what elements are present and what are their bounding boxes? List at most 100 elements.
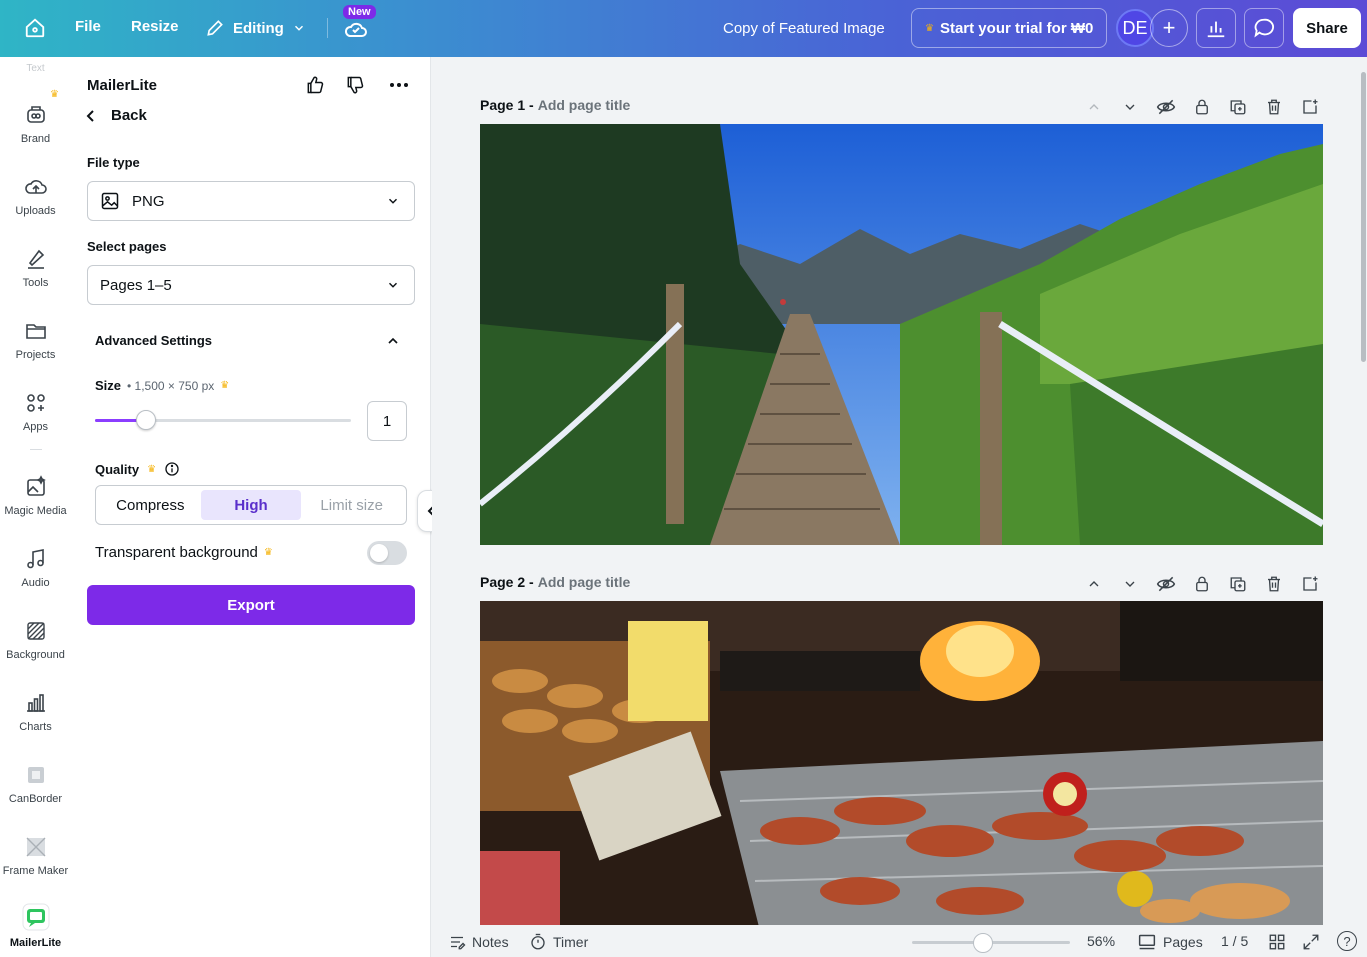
pages-button[interactable]: Pages	[1137, 933, 1203, 951]
transparent-background-label: Transparent background	[95, 544, 258, 561]
rail-item-charts[interactable]: Charts	[0, 691, 71, 733]
chevron-down-icon[interactable]	[1118, 95, 1142, 119]
zoom-slider-handle[interactable]	[973, 933, 994, 953]
page-1-header: Page 1 - Add page title	[480, 97, 630, 113]
rail-item-uploads[interactable]: Uploads	[0, 175, 71, 217]
chevron-up-icon[interactable]	[385, 333, 401, 349]
upload-cloud-icon	[24, 180, 47, 194]
top-toolbar: File Resize Editing New Copy of Featured…	[0, 0, 1367, 57]
chevron-left-icon	[86, 109, 94, 122]
rail-item-apps[interactable]: Apps	[0, 391, 71, 433]
help-icon[interactable]: ?	[1337, 931, 1357, 951]
avatar[interactable]: DE	[1116, 9, 1154, 47]
zoom-level[interactable]: 56%	[1087, 933, 1115, 949]
select-pages-label: Select pages	[87, 239, 167, 254]
duplicate-page-icon[interactable]	[1226, 95, 1250, 119]
advanced-settings-toggle[interactable]: Advanced Settings	[95, 333, 212, 348]
rail-divider	[30, 449, 42, 450]
notes-button[interactable]: Notes	[448, 933, 509, 951]
chevron-up-icon[interactable]	[1082, 95, 1106, 119]
vertical-scrollbar[interactable]	[1361, 72, 1366, 362]
editing-label: Editing	[233, 19, 284, 37]
quality-label: Quality	[95, 461, 140, 477]
quality-option-limit-size[interactable]: Limit size	[301, 490, 402, 520]
chevron-up-icon[interactable]	[1082, 572, 1106, 596]
rail-item-frame-maker[interactable]: Frame Maker	[0, 835, 71, 877]
quality-option-high[interactable]: High	[200, 490, 302, 520]
insights-button[interactable]	[1196, 8, 1236, 48]
start-trial-button[interactable]: ♛ Start your trial for ₩0	[911, 8, 1107, 48]
file-type-select[interactable]: PNG	[87, 181, 415, 221]
rail-item-text-partial[interactable]: Text	[0, 63, 71, 74]
page-1-tools	[1082, 95, 1322, 119]
rail-item-magic-media[interactable]: Magic Media	[0, 475, 71, 517]
transparent-background-toggle[interactable]	[367, 541, 407, 565]
home-icon[interactable]	[18, 14, 52, 42]
rail-label: Tools	[22, 277, 49, 289]
pages-label: Pages	[1163, 934, 1203, 950]
cloud-saved-icon[interactable]	[344, 18, 368, 45]
add-page-icon[interactable]	[1298, 572, 1322, 596]
rail-item-canborder[interactable]: CanBorder	[0, 763, 71, 805]
thumbs-up-icon[interactable]	[303, 73, 327, 97]
rail-item-mailerlite[interactable]: MailerLite	[0, 903, 71, 949]
chevron-down-icon[interactable]	[1118, 572, 1142, 596]
border-app-icon	[27, 767, 44, 783]
editing-mode-button[interactable]: Editing	[205, 18, 306, 38]
export-button[interactable]: Export	[87, 585, 415, 625]
trash-icon[interactable]	[1262, 95, 1286, 119]
resize-button[interactable]: Resize	[131, 18, 179, 35]
page-title-input[interactable]: Add page title	[538, 574, 631, 590]
quality-option-compress[interactable]: Compress	[100, 490, 201, 520]
timer-label: Timer	[553, 934, 589, 950]
rail-item-brand[interactable]: Brand	[0, 103, 71, 145]
magic-image-icon	[26, 475, 46, 496]
rail-item-tools[interactable]: Tools	[0, 247, 71, 289]
info-icon[interactable]	[164, 461, 180, 477]
page-2-header: Page 2 - Add page title	[480, 574, 630, 590]
file-type-label: File type	[87, 155, 140, 170]
file-menu[interactable]: File	[75, 18, 101, 35]
chevron-down-icon	[388, 282, 398, 288]
size-slider-handle[interactable]	[136, 410, 157, 430]
lock-icon[interactable]	[1190, 95, 1214, 119]
notes-label: Notes	[472, 934, 509, 950]
crown-icon: ♛	[147, 463, 157, 475]
back-button[interactable]: Back	[85, 107, 147, 124]
comments-button[interactable]	[1244, 8, 1284, 48]
rail-item-audio[interactable]: Audio	[0, 547, 71, 589]
grid-view-icon[interactable]	[1268, 933, 1286, 951]
size-multiplier-input[interactable]: 1	[367, 401, 407, 441]
size-slider[interactable]	[95, 410, 351, 430]
notes-icon	[451, 936, 466, 950]
rail-item-projects[interactable]: Projects	[0, 319, 71, 361]
file-type-value: PNG	[132, 192, 165, 210]
page-title-input[interactable]: Add page title	[538, 97, 631, 113]
rail-label: CanBorder	[8, 793, 63, 805]
trash-icon[interactable]	[1262, 572, 1286, 596]
quality-segmented-control: Compress High Limit size	[95, 485, 407, 525]
add-collaborator-button[interactable]: +	[1150, 9, 1188, 47]
comment-icon	[1254, 18, 1274, 38]
hide-page-icon[interactable]	[1154, 95, 1178, 119]
export-panel: MailerLite Back File type PNG Select pag…	[71, 57, 431, 957]
hide-page-icon[interactable]	[1154, 572, 1178, 596]
rail-item-background[interactable]: Background	[0, 619, 71, 661]
add-page-icon[interactable]	[1298, 95, 1322, 119]
share-button[interactable]: Share	[1293, 8, 1361, 48]
fullscreen-icon[interactable]	[1302, 933, 1320, 951]
pages-icon	[1138, 934, 1156, 950]
timer-button[interactable]: Timer	[529, 933, 588, 951]
select-pages-dropdown[interactable]: Pages 1–5	[87, 265, 415, 305]
rail-label: Apps	[22, 421, 49, 433]
rail-label: Charts	[19, 721, 52, 733]
duplicate-page-icon[interactable]	[1226, 572, 1250, 596]
document-title[interactable]: Copy of Featured Image	[723, 20, 885, 37]
trial-label: Start your trial for ₩0	[939, 19, 1094, 37]
page-2-image[interactable]	[480, 601, 1323, 925]
lock-icon[interactable]	[1190, 572, 1214, 596]
more-options-icon[interactable]	[387, 73, 411, 97]
page-1-image[interactable]	[480, 124, 1323, 545]
background-hatch-icon	[26, 622, 45, 640]
thumbs-down-icon[interactable]	[343, 73, 367, 97]
